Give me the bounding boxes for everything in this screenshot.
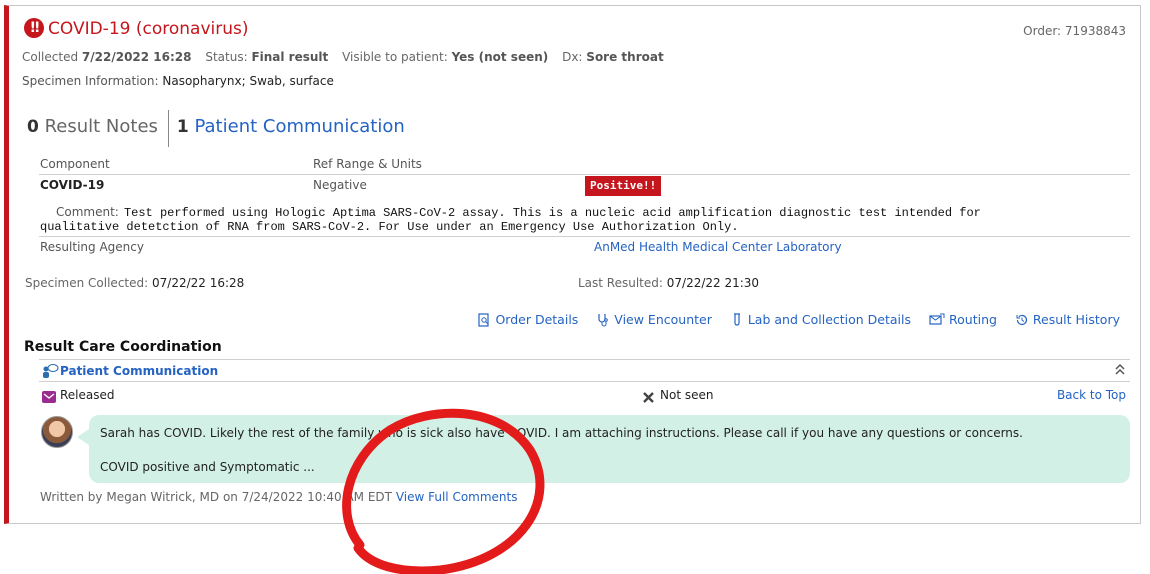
divider — [39, 236, 1130, 237]
not-seen-status: Not seen — [660, 388, 714, 402]
result-value-badge: Positive!! — [585, 176, 662, 196]
ref-range-value: Negative — [313, 178, 367, 192]
result-meta: Collected 7/22/2022 16:28 Status: Final … — [22, 50, 664, 64]
message-bubble: Sarah has COVID. Likely the rest of the … — [77, 415, 1130, 483]
action-label: View Encounter — [614, 312, 712, 327]
not-seen-icon — [642, 389, 655, 408]
result-tabs: 0 Result Notes 1 Patient Communication — [27, 110, 405, 147]
visible-value: Yes (not seen) — [451, 50, 549, 64]
test-tube-icon — [733, 312, 740, 326]
stethoscope-icon — [598, 313, 609, 326]
critical-flag-icon: !! — [642, 179, 657, 192]
order-details-icon — [478, 312, 490, 327]
last-resulted: Last Resulted: 07/22/22 21:30 — [578, 276, 759, 290]
collected-value: 7/22/2022 16:28 — [81, 50, 192, 64]
specimen-info: Specimen Information: Nasopharynx; Swab,… — [22, 74, 334, 88]
action-label: Routing — [949, 312, 997, 327]
action-links: Order Details View Encounter Lab and Col… — [463, 312, 1120, 330]
lab-collection-details-link[interactable]: Lab and Collection Details — [730, 312, 911, 327]
critical-alert-icon: !! — [24, 18, 44, 38]
order-details-link[interactable]: Order Details — [477, 312, 578, 327]
collected-label: Collected — [22, 50, 79, 64]
collapse-chevron-icon[interactable] — [1114, 362, 1126, 380]
resulting-agency-link[interactable]: AnMed Health Medical Center Laboratory — [594, 240, 842, 254]
tab-label: Result Notes — [44, 116, 158, 137]
routing-link[interactable]: Routing — [929, 312, 997, 327]
patient-communication-link[interactable]: Patient Communication — [60, 364, 218, 378]
patient-communication-icon — [41, 363, 59, 383]
result-comment: Comment: Test performed using Hologic Ap… — [56, 201, 981, 220]
divider — [39, 174, 1130, 175]
status-label: Status: — [205, 50, 248, 64]
visible-label: Visible to patient: — [342, 50, 448, 64]
tab-patient-communication[interactable]: 1 Patient Communication — [167, 110, 405, 147]
view-full-comments-link[interactable]: View Full Comments — [396, 490, 518, 504]
column-header-ref-range: Ref Range & Units — [313, 157, 422, 171]
specimen-collected-label: Specimen Collected: — [25, 276, 149, 290]
specimen-collected: Specimen Collected: 07/22/22 16:28 — [25, 276, 244, 290]
result-title: COVID-19 (coronavirus) — [48, 19, 249, 39]
routing-envelope-icon — [929, 313, 945, 325]
history-icon — [1016, 314, 1028, 325]
dx-value: Sore throat — [586, 50, 664, 64]
comment-line-2: qualitative detetction of RNA from SARS-… — [40, 220, 739, 234]
released-icon — [41, 389, 57, 408]
patient-communication-bar: Patient Communication — [39, 359, 1130, 382]
dx-label: Dx: — [562, 50, 583, 64]
order-number: Order: 71938843 — [1023, 24, 1126, 38]
comment-line-1: Test performed using Hologic Aptima SARS… — [123, 206, 981, 220]
tab-label: Patient Communication — [194, 116, 405, 137]
specimen-collected-value: 07/22/22 16:28 — [152, 276, 245, 290]
last-resulted-label: Last Resulted: — [578, 276, 663, 290]
specimen-label: Specimen Information: — [22, 74, 159, 88]
tab-count: 1 — [176, 117, 189, 137]
result-card: !! COVID-19 (coronavirus) Order: 7193884… — [4, 5, 1141, 524]
tab-count: 0 — [27, 117, 39, 137]
action-label: Result History — [1032, 312, 1120, 327]
written-by-text: Written by Megan Witrick, MD on 7/24/202… — [40, 490, 392, 504]
specimen-value: Nasopharynx; Swab, surface — [162, 74, 334, 88]
order-value: 71938843 — [1064, 24, 1126, 38]
author-avatar — [41, 416, 73, 448]
order-label: Order: — [1023, 24, 1062, 38]
message-line-2: COVID positive and Symptomatic ... — [100, 460, 315, 474]
result-value: Positive — [590, 179, 643, 192]
back-to-top-link[interactable]: Back to Top — [1057, 388, 1126, 402]
comment-label: Comment: — [56, 205, 119, 219]
resulting-agency-label: Resulting Agency — [40, 240, 144, 254]
message-line-1: Sarah has COVID. Likely the rest of the … — [100, 426, 1023, 440]
action-label: Lab and Collection Details — [747, 312, 912, 327]
result-history-link[interactable]: Result History — [1015, 312, 1120, 327]
released-status: Released — [60, 388, 115, 402]
view-encounter-link[interactable]: View Encounter — [596, 312, 712, 327]
last-resulted-value: 07/22/22 21:30 — [666, 276, 760, 290]
column-header-component: Component — [40, 157, 110, 171]
written-by: Written by Megan Witrick, MD on 7/24/202… — [40, 490, 518, 504]
action-label: Order Details — [495, 312, 579, 327]
section-title: Result Care Coordination — [24, 339, 222, 355]
component-name: COVID-19 — [40, 178, 105, 192]
status-value: Final result — [251, 50, 329, 64]
tab-result-notes[interactable]: 0 Result Notes — [27, 110, 158, 147]
